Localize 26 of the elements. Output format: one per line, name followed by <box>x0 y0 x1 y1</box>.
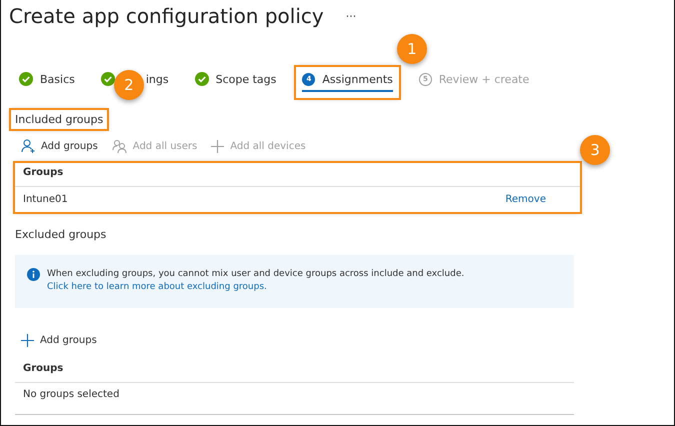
add-button[interactable]: Add groups <box>21 334 97 347</box>
plus-icon <box>21 334 34 347</box>
check-circle-icon <box>100 72 115 86</box>
more-options-button[interactable]: ··· <box>346 10 356 22</box>
page-title: Create app configuration policy <box>9 4 324 28</box>
column-header: Groups <box>15 163 580 187</box>
info-icon <box>27 268 40 281</box>
callout-number: 3 <box>580 135 610 165</box>
section-heading: Included groups <box>11 110 108 129</box>
plus-icon <box>211 140 224 152</box>
step-tab[interactable]: Basics <box>19 72 75 92</box>
add-button[interactable]: Add groups <box>21 139 98 153</box>
person-add-icon <box>21 139 35 153</box>
people-icon <box>112 139 127 153</box>
table-cell: Intune01 <box>23 194 68 205</box>
learn-more-link[interactable]: Click here to learn more about excluding groups. <box>47 281 464 294</box>
section-heading: Excluded groups <box>15 228 108 241</box>
empty-message: No groups selected <box>15 383 574 415</box>
info-message: When excluding groups, you cannot mix user and device groups across include and exclude. Click here to learn more about excluding groups. <box>47 268 464 294</box>
column-header: Groups <box>15 359 574 383</box>
callout-number: 1 <box>396 34 427 64</box>
check-circle-icon <box>19 72 33 86</box>
check-circle-icon <box>194 72 209 86</box>
callout-number: 2 <box>114 70 144 100</box>
remove-link[interactable]: Remove <box>505 194 546 205</box>
step-tab[interactable]: Scope tags <box>194 72 276 92</box>
